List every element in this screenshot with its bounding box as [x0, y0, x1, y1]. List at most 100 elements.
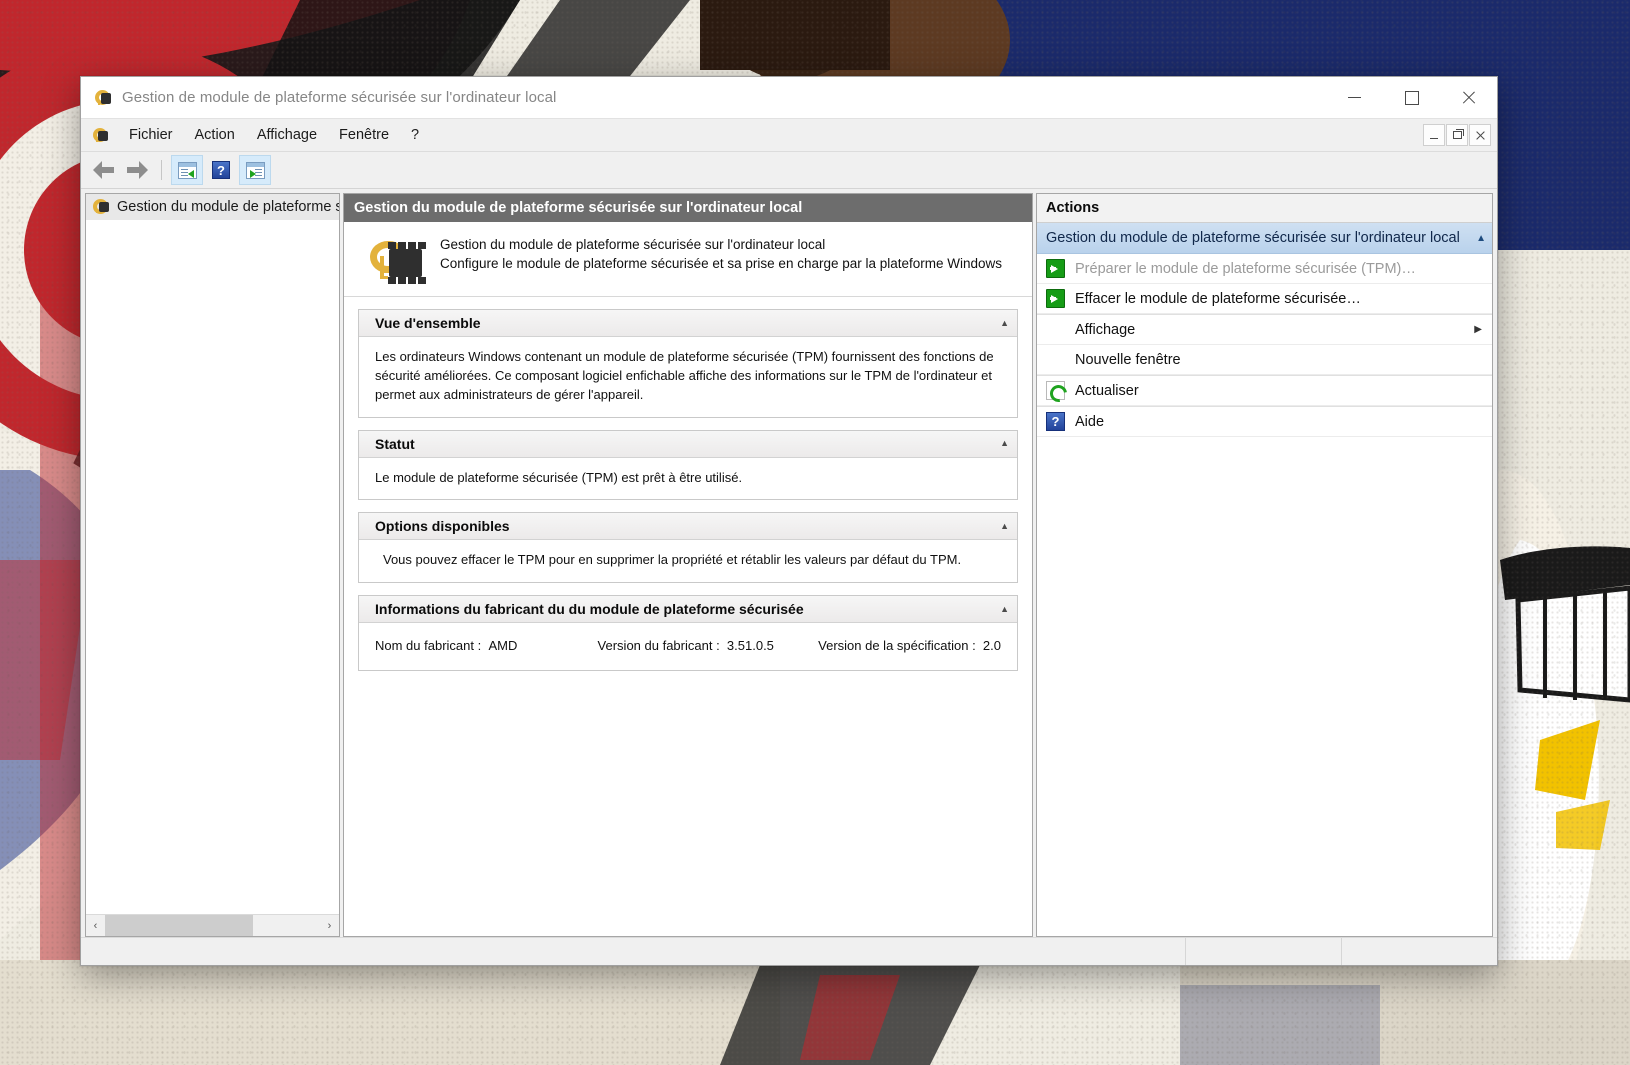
manufacturer-version-value: 3.51.0.5	[726, 638, 774, 654]
details-pane-title: Gestion du module de plateforme sécurisé…	[344, 194, 1032, 222]
hero-line-2: Configure le module de plateforme sécuri…	[440, 255, 1003, 271]
menu-bar: Fichier Action Affichage Fenêtre ?	[81, 118, 1497, 152]
mdi-window-controls	[1423, 124, 1497, 146]
manufacturer-name-value: AMD	[488, 638, 518, 654]
scrollbar-thumb[interactable]	[105, 915, 253, 936]
menu-fenetre[interactable]: Fenêtre	[328, 123, 400, 147]
mdi-restore-button[interactable]	[1446, 124, 1468, 146]
console-panes: Gestion du module de plateforme s ‹ › Ge…	[81, 189, 1497, 937]
tpm-icon	[94, 89, 112, 107]
section-status-header[interactable]: Statut ▲	[359, 430, 1017, 458]
scroll-right-arrow-icon[interactable]: ›	[320, 915, 339, 936]
tpm-icon	[92, 127, 109, 144]
action-help-label: Aide	[1075, 413, 1105, 430]
back-arrow-icon	[93, 161, 115, 179]
action-prepare-tpm[interactable]: Préparer le module de plateforme sécuris…	[1037, 254, 1492, 284]
actions-pane-title: Actions	[1037, 194, 1492, 223]
hero-line-1: Gestion du module de plateforme sécurisé…	[440, 237, 826, 252]
toolbar-help-button[interactable]: ?	[206, 156, 236, 184]
section-status-title: Statut	[375, 435, 415, 452]
chevron-up-icon[interactable]: ▲	[1000, 521, 1009, 531]
menu-action[interactable]: Action	[184, 123, 246, 147]
action-help[interactable]: ? Aide	[1037, 406, 1492, 437]
mdi-restore-icon	[1452, 129, 1464, 139]
actions-group-label: Gestion du module de plateforme sécurisé…	[1046, 230, 1460, 246]
chevron-up-icon[interactable]: ▲	[1476, 233, 1486, 244]
forward-arrow-icon	[126, 161, 148, 179]
section-overview-header[interactable]: Vue d'ensemble ▲	[359, 310, 1017, 337]
status-bar-cell-1	[1185, 938, 1341, 965]
action-view-label: Affichage	[1075, 321, 1136, 338]
tree-horizontal-scrollbar[interactable]: ‹ ›	[86, 914, 339, 936]
details-hero-text: Gestion du module de plateforme sécurisé…	[440, 236, 1002, 273]
help-icon: ?	[212, 161, 230, 179]
tpm-key-chip-icon	[368, 238, 427, 284]
menu-fichier[interactable]: Fichier	[118, 123, 184, 147]
section-available-options-title: Options disponibles	[375, 518, 510, 535]
mdi-close-icon	[1476, 131, 1485, 140]
green-arrow-icon	[1046, 259, 1065, 278]
menu-help[interactable]: ?	[400, 123, 430, 147]
section-manufacturer-info: Informations du fabricant du du module d…	[358, 595, 1018, 672]
minimize-icon	[1348, 97, 1361, 98]
menu-affichage[interactable]: Affichage	[246, 123, 328, 147]
details-pane-content: Gestion du module de plateforme sécurisé…	[344, 222, 1032, 936]
show-hide-action-pane-button[interactable]	[239, 155, 271, 185]
section-manufacturer-info-header[interactable]: Informations du fabricant du du module d…	[359, 596, 1017, 624]
close-button[interactable]	[1440, 77, 1497, 118]
spec-version-label: Version de la spécification :	[818, 638, 976, 654]
refresh-icon	[1046, 381, 1065, 400]
back-button[interactable]	[89, 156, 119, 184]
maximize-button[interactable]	[1383, 77, 1440, 118]
console-tree: Gestion du module de plateforme s	[86, 194, 339, 914]
mdi-close-button[interactable]	[1469, 124, 1491, 146]
tree-item-tpm-management[interactable]: Gestion du module de plateforme s	[86, 194, 339, 220]
section-overview-title: Vue d'ensemble	[375, 315, 481, 331]
section-status: Statut ▲ Le module de plateforme sécuris…	[358, 429, 1018, 501]
maximize-icon	[1404, 90, 1419, 105]
show-hide-action-pane-icon	[245, 161, 265, 179]
tpm-icon	[92, 198, 110, 215]
section-available-options-body: Vous pouvez effacer le TPM pour en suppr…	[383, 552, 962, 568]
actions-list: Gestion du module de plateforme sécurisé…	[1037, 223, 1492, 936]
chevron-right-icon[interactable]: ▶	[1474, 324, 1482, 335]
forward-button[interactable]	[122, 156, 152, 184]
green-arrow-icon	[1046, 289, 1065, 308]
section-manufacturer-info-title: Informations du fabricant du du module d…	[375, 601, 804, 618]
window-title: Gestion de module de plateforme sécurisé…	[122, 89, 557, 106]
chevron-up-icon[interactable]: ▲	[1000, 604, 1009, 614]
manufacturer-version-label: Version du fabricant :	[597, 638, 720, 654]
action-new-window-label: Nouvelle fenêtre	[1075, 351, 1181, 368]
action-refresh[interactable]: Actualiser	[1037, 375, 1492, 406]
action-refresh-label: Actualiser	[1075, 382, 1139, 399]
action-view[interactable]: Affichage ▶	[1037, 314, 1492, 345]
chevron-up-icon[interactable]: ▲	[1000, 318, 1009, 328]
action-new-window[interactable]: Nouvelle fenêtre	[1037, 345, 1492, 375]
scrollbar-track[interactable]	[105, 915, 320, 936]
help-icon: ?	[1046, 412, 1065, 431]
window-controls	[1326, 77, 1497, 118]
manufacturer-name-field: Nom du fabricant : AMD	[375, 637, 598, 656]
action-clear-tpm-label: Effacer le module de plateforme sécurisé…	[1075, 290, 1361, 307]
action-clear-tpm[interactable]: Effacer le module de plateforme sécurisé…	[1037, 284, 1492, 314]
section-manufacturer-info-body: Nom du fabricant : AMD Version du fabric…	[359, 623, 1017, 670]
manufacturer-fields-row: Nom du fabricant : AMD Version du fabric…	[375, 637, 1001, 656]
minimize-button[interactable]	[1326, 77, 1383, 118]
details-pane: Gestion du module de plateforme sécurisé…	[343, 193, 1033, 937]
toolbar: ?	[81, 152, 1497, 189]
details-hero: Gestion du module de plateforme sécurisé…	[344, 222, 1032, 297]
chevron-up-icon[interactable]: ▲	[1000, 439, 1009, 448]
show-hide-tree-button[interactable]	[171, 155, 203, 185]
toolbar-separator	[161, 160, 162, 180]
spec-version-value: 2.0	[982, 638, 1001, 654]
show-hide-tree-icon	[177, 161, 197, 179]
scroll-left-arrow-icon[interactable]: ‹	[86, 915, 105, 936]
mdi-minimize-button[interactable]	[1423, 124, 1445, 146]
section-status-body: Le module de plateforme sécurisée (TPM) …	[375, 469, 743, 485]
window-titlebar: Gestion de module de plateforme sécurisé…	[81, 77, 1497, 118]
manufacturer-name-label: Nom du fabricant :	[375, 638, 482, 654]
status-bar	[81, 937, 1497, 965]
section-available-options-header[interactable]: Options disponibles ▲	[359, 513, 1017, 541]
manufacturer-version-field: Version du fabricant : 3.51.0.5	[598, 637, 819, 656]
actions-group-header[interactable]: Gestion du module de plateforme sécurisé…	[1037, 223, 1492, 254]
